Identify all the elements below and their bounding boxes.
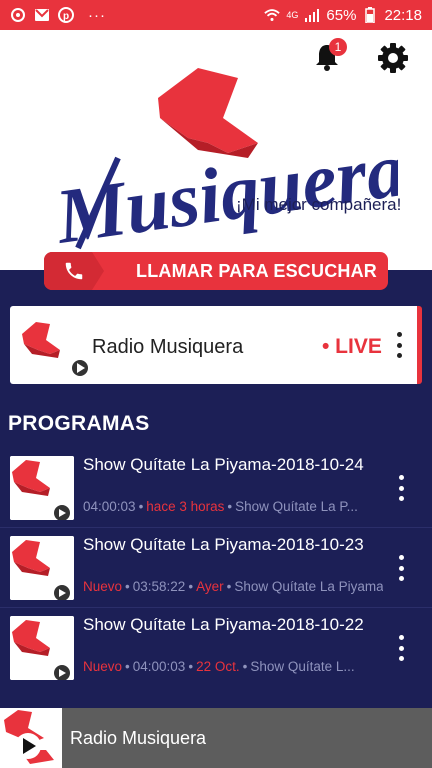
battery-icon [362,7,378,23]
program-status: Nuevo [83,659,123,674]
gear-icon [378,43,408,73]
status-bar: p ··· 4G 65% 22:18 [0,0,432,30]
live-station-more-button[interactable] [389,332,409,358]
settings-button[interactable] [377,42,409,74]
pinterest-icon: p [58,7,74,23]
player-title: Radio Musiquera [70,728,207,748]
program-date: 22 Oct. [196,659,240,674]
program-status: Nuevo [83,579,123,594]
gmail-icon [34,7,50,23]
tagline: ¡Mi mejor compañera! [236,195,402,214]
more-vert-icon [398,635,404,640]
program-duration: 04:00:03 [83,499,136,514]
more-vert-icon [396,332,402,337]
station-logo [22,322,90,378]
program-date: hace 3 horas [146,499,225,514]
programs-heading: PROGRAMAS [8,412,150,435]
program-more-button[interactable] [391,555,411,581]
program-duration: 04:00:03 [132,659,186,674]
program-thumbnail [10,456,74,520]
mini-player[interactable]: Radio Musiquera [0,708,432,768]
program-meta: Nuevo • 03:58:22 • Ayer • Show Quítate La Piya… [83,579,383,594]
more-vert-icon [398,475,404,480]
live-station-card[interactable]: Radio Musiquera • LIVE [10,306,422,384]
app-notification-icon [10,7,26,23]
phone-icon [44,252,104,290]
program-title: Show Quítate La Piyama-2018-10-23 [83,535,364,554]
live-badge: • LIVE [322,335,382,358]
program-date: Ayer [196,579,224,594]
header: Musiquera ¡Mi mejor compañera! 1 [0,30,432,270]
battery-percent: 65% [326,6,357,24]
program-item[interactable]: Show Quítate La Piyama-2018-10-24 04:00:… [0,448,432,528]
wifi-icon [264,7,281,23]
signal-icon [304,7,320,23]
program-more-button[interactable] [391,635,411,661]
player-thumbnail [0,708,62,768]
more-vert-icon [398,555,404,560]
call-bar-label: LLAMAR PARA ESCUCHAR [136,260,377,281]
network-type: 4G [286,9,299,20]
program-title: Show Quítate La Piyama-2018-10-22 [83,615,364,634]
program-thumbnail [10,616,74,680]
program-item[interactable]: Show Quítate La Piyama-2018-10-23 Nuevo •… [0,528,432,608]
call-to-listen-button[interactable]: LLAMAR PARA ESCUCHAR [44,252,388,290]
program-duration: 03:58:22 [132,579,186,594]
program-show: Show Quítate La Piyama... [234,579,383,594]
notification-badge: 1 [329,38,347,56]
program-meta: 04:00:03 • hace 3 horas • Show Quítate La P.… [83,499,358,514]
program-show: Show Quítate La P... [235,499,358,514]
program-thumbnail [10,536,74,600]
musiquera-logo: Musiquera [49,68,398,260]
program-meta: Nuevo • 04:00:03 • 22 Oct. • Show Quítate L... [83,659,355,674]
live-station-title: Radio Musiquera [92,336,244,358]
more-notifications: ··· [88,6,106,24]
clock: 22:18 [384,6,422,24]
program-item[interactable]: Show Quítate La Piyama-2018-10-22 Nuevo •… [0,608,432,688]
program-show: Show Quítate L... [250,659,355,674]
program-title: Show Quítate La Piyama-2018-10-24 [83,455,364,474]
svg-text:p: p [63,11,69,22]
program-more-button[interactable] [391,475,411,501]
